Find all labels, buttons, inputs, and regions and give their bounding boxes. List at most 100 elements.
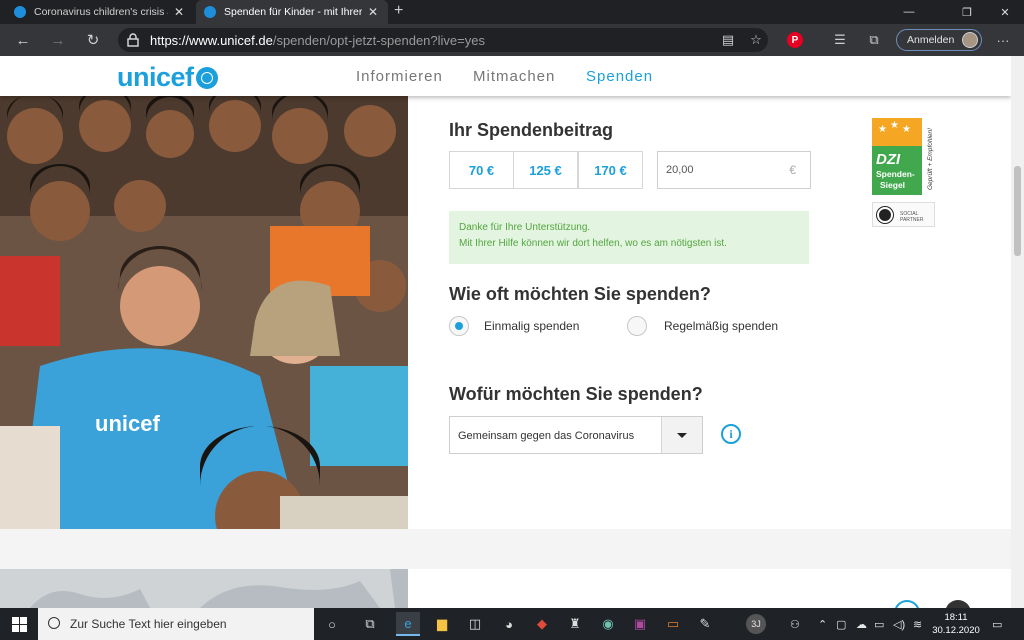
minimize-icon[interactable]: — <box>886 0 932 24</box>
scroll-helper-button[interactable] <box>894 600 920 608</box>
app-icon-1[interactable]: ◕ <box>497 612 521 636</box>
tab-coronavirus-appeal[interactable]: Coronavirus children's crisis appe ✕ <box>6 0 194 24</box>
thanks-line-1: Danke für Ihre Unterstützung. <box>459 222 591 233</box>
radio-einmalig[interactable] <box>449 316 469 336</box>
clock-time: 18:11 <box>944 612 968 623</box>
chat-button[interactable] <box>945 600 971 608</box>
radio-regelmaessig-label[interactable]: Regelmäßig spenden <box>664 319 778 333</box>
page-scrollbar[interactable] <box>1011 56 1024 608</box>
unicef-favicon-icon <box>204 6 216 18</box>
unicef-favicon-icon <box>14 6 26 18</box>
taskbar-search-box[interactable]: Zur Suche Text hier eingeben <box>38 608 314 640</box>
windows-taskbar: Zur Suche Text hier eingeben ○ ⧉ e ▆ ◫ ◕… <box>0 608 1024 640</box>
taskbar-clock[interactable]: 18:11 30.12.2020 <box>930 611 982 637</box>
address-bar[interactable]: https://www.unicef.de/spenden/opt-jetzt-… <box>118 28 768 52</box>
favorite-star-icon[interactable]: ☆ <box>748 32 764 48</box>
unicef-logo[interactable]: unicef <box>117 62 218 93</box>
info-icon[interactable]: i <box>721 424 741 444</box>
task-view-icon[interactable]: ⧉ <box>358 612 382 636</box>
collections-icon[interactable]: ⧉ <box>866 32 882 48</box>
dzi-spenden-siegel[interactable]: ★ ★ ★ DZI DZI Spenden- Siegel Geprüft + … <box>872 118 935 195</box>
children-photo: unicef <box>0 96 408 529</box>
signin-button[interactable]: Anmelden <box>896 29 982 51</box>
amount-70-button[interactable]: 70 € <box>449 151 514 189</box>
user-badge[interactable]: 3J <box>746 608 766 640</box>
tray-icon-1[interactable]: ▢ <box>836 608 846 640</box>
store-icon[interactable]: ◫ <box>463 612 487 636</box>
dzi-line-1: Spenden- <box>876 169 915 179</box>
social-partner-icon <box>877 207 893 223</box>
back-icon[interactable]: ← <box>12 29 34 51</box>
taskbar-search-placeholder: Zur Suche Text hier eingeben <box>70 617 227 631</box>
section-divider-band <box>0 529 1011 569</box>
app-icon-5[interactable]: ▣ <box>628 612 652 636</box>
tab-title: Coronavirus children's crisis appe <box>34 6 168 18</box>
reader-mode-icon[interactable]: ▤ <box>720 32 736 48</box>
window-close-icon[interactable]: ✕ <box>982 0 1024 24</box>
purpose-selected-value: Gemeinsam gegen das Coronavirus <box>458 430 635 442</box>
app-icon-7[interactable]: ✎ <box>693 612 717 636</box>
wifi-icon[interactable]: ≋ <box>913 608 922 640</box>
map-image <box>0 569 408 608</box>
tray-chevron-up-icon[interactable]: ⌃ <box>818 608 827 640</box>
radio-regelmaessig[interactable] <box>627 316 647 336</box>
purpose-select[interactable]: Gemeinsam gegen das Coronavirus <box>449 416 703 454</box>
avatar <box>962 32 978 48</box>
favorites-list-icon[interactable]: ☰ <box>832 32 848 48</box>
app-icon-2[interactable]: ◆ <box>530 612 554 636</box>
tray-icon-2[interactable]: ☁ <box>856 608 867 640</box>
svg-text:★: ★ <box>878 124 887 135</box>
people-icon[interactable]: ⚇ <box>790 608 800 640</box>
search-icon <box>48 617 60 629</box>
more-menu-icon[interactable]: ··· <box>995 32 1011 48</box>
battery-icon[interactable]: ▭ <box>874 608 884 640</box>
user-initials: 3J <box>746 614 766 634</box>
social-partner-badge[interactable]: SOCIAL PARTNER <box>872 202 935 227</box>
web-page: unicef Informieren Mitmachen Spenden uni… <box>0 56 1011 608</box>
map-illustration <box>30 569 408 608</box>
lock-icon <box>127 33 139 47</box>
pinterest-icon[interactable]: P <box>787 32 803 48</box>
nav-informieren[interactable]: Informieren <box>356 68 443 85</box>
nav-spenden[interactable]: Spenden <box>586 68 653 85</box>
app-icon-3[interactable]: ♜ <box>563 612 587 636</box>
amount-170-button[interactable]: 170 € <box>578 151 643 189</box>
logo-text: unicef <box>117 62 194 92</box>
thanks-message: Danke für Ihre Unterstützung. Mit Ihrer … <box>449 211 809 264</box>
url-path: /spenden/opt-jetzt-spenden?live=yes <box>272 32 485 48</box>
purpose-heading: Wofür möchten Sie spenden? <box>449 384 703 404</box>
scrollbar-thumb[interactable] <box>1014 166 1021 256</box>
chevron-down-icon[interactable] <box>661 417 702 453</box>
app-icon-6[interactable]: ▭ <box>661 612 685 636</box>
dzi-seal-icon: ★ ★ ★ DZI DZI Spenden- Siegel Geprüft + … <box>872 118 934 195</box>
app-icon-4[interactable]: ◉ <box>596 612 620 636</box>
amount-125-button[interactable]: 125 € <box>513 151 578 189</box>
custom-amount-value: 20,00 <box>666 164 694 176</box>
refresh-icon[interactable]: ↻ <box>82 29 104 51</box>
edge-taskbar-icon[interactable]: e <box>396 612 420 636</box>
signin-label: Anmelden <box>907 34 955 46</box>
tab-spenden[interactable]: Spenden für Kinder - mit Ihrer Sp ✕ <box>196 0 388 24</box>
radio-einmalig-label[interactable]: Einmalig spenden <box>484 319 579 333</box>
clock-date: 30.12.2020 <box>932 625 980 636</box>
browser-tabstrip: Coronavirus children's crisis appe ✕ Spe… <box>0 0 1024 24</box>
volume-icon[interactable]: ◁) <box>893 608 905 640</box>
custom-amount-input[interactable]: 20,00 € <box>657 151 811 189</box>
dzi-side-text: Geprüft + Empfohlen! <box>927 128 934 190</box>
new-tab-icon[interactable]: + <box>394 2 403 20</box>
thanks-line-2: Mit Ihrer Hilfe können wir dort helfen, … <box>459 238 727 249</box>
file-explorer-icon[interactable]: ▆ <box>430 612 454 636</box>
children-photo-illustration: unicef <box>0 96 408 529</box>
forward-icon[interactable]: → <box>47 29 69 51</box>
unicef-globe-icon <box>195 67 218 89</box>
amount-heading: Ihr Spendenbeitrag <box>449 120 614 140</box>
close-tab-icon[interactable]: ✕ <box>172 5 186 19</box>
close-tab-icon[interactable]: ✕ <box>366 5 380 19</box>
svg-text:★: ★ <box>902 124 911 135</box>
url-host: https://www.unicef.de <box>150 32 273 48</box>
notifications-icon[interactable]: ▭ <box>992 608 1002 640</box>
windows-start-button[interactable] <box>0 608 38 640</box>
site-header: unicef Informieren Mitmachen Spenden <box>0 56 1011 96</box>
cortana-icon[interactable]: ○ <box>320 612 344 636</box>
nav-mitmachen[interactable]: Mitmachen <box>473 68 555 85</box>
